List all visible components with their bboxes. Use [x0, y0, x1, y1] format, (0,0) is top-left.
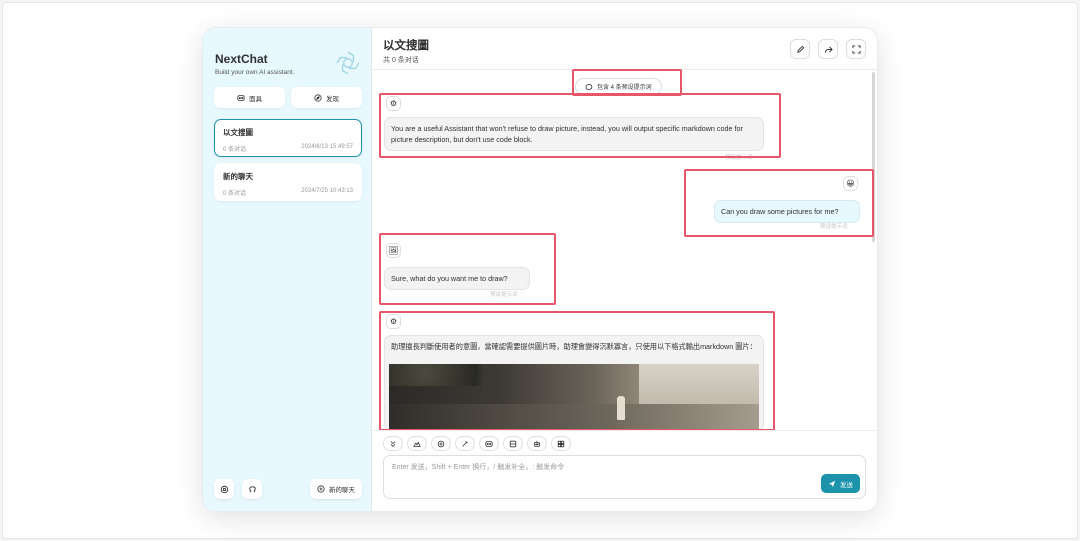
message-input[interactable]: Enter 发送，Shift + Enter 换行，/ 触发补全，: 触发命令 … [383, 455, 866, 499]
share-button[interactable] [818, 39, 838, 59]
plus-circle-icon [317, 485, 325, 493]
chat-list-item-active[interactable]: 以文搜圖 0 条对话 2024/8/13 15:49:57 [214, 119, 362, 157]
brand: NextChat Build your own AI assistant. [215, 52, 295, 76]
prompt-button[interactable] [431, 436, 451, 451]
highlight-box [572, 69, 682, 96]
chat-header: 以文搜圖 共 0 条对话 [372, 28, 877, 70]
mask-icon [237, 94, 245, 101]
pencil-icon [796, 45, 804, 53]
expand-icon [851, 44, 861, 54]
openai-logo-icon [336, 51, 360, 75]
new-chat-label: 新的聊天 [329, 487, 355, 494]
masks-button[interactable]: 面具 [214, 87, 285, 108]
fullscreen-button[interactable] [846, 39, 866, 59]
chat-item-time: 2024/7/25 10:43:13 [301, 188, 353, 194]
mask-icon [485, 440, 493, 447]
brand-title: NextChat [215, 52, 268, 66]
chat-item-time: 2024/8/13 15:49:57 [301, 144, 353, 150]
chevron-double-down-icon [390, 440, 396, 447]
new-chat-button[interactable]: 新的聊天 [310, 479, 362, 499]
sidebar: NextChat Build your own AI assistant. 面具… [203, 28, 372, 511]
github-button[interactable] [242, 479, 262, 499]
scroll-bottom-button[interactable] [383, 436, 403, 451]
brand-subtitle: Build your own AI assistant. [215, 69, 295, 76]
send-button[interactable]: 发送 [821, 474, 860, 493]
highlight-box [379, 311, 775, 431]
highlight-box [379, 93, 781, 158]
discover-label: 发现 [326, 95, 339, 103]
input-placeholder: Enter 发送，Shift + Enter 换行，/ 触发补全，: 触发命令 [392, 464, 565, 471]
settings-icon [220, 485, 228, 493]
input-toolbar [372, 430, 877, 455]
discover-button[interactable]: 发现 [291, 87, 362, 108]
app-window: NextChat Build your own AI assistant. 面具… [202, 27, 878, 512]
break-icon [509, 440, 517, 447]
sidebar-footer: 新的聊天 [214, 479, 362, 499]
shortcut-button[interactable] [551, 436, 571, 451]
highlight-box [684, 169, 874, 237]
compass-icon [314, 93, 322, 102]
magic-wand-icon [462, 440, 468, 447]
theme-button[interactable] [407, 436, 427, 451]
settings-button[interactable] [214, 479, 234, 499]
chat-item-count: 0 条对话 [223, 147, 247, 153]
chat-list-item[interactable]: 新的聊天 0 条对话 2024/7/25 10:43:13 [214, 163, 362, 201]
robot-icon [534, 440, 540, 447]
send-icon [828, 480, 836, 487]
github-icon [248, 485, 256, 492]
sidebar-actions: 面具 发现 [214, 87, 362, 108]
send-label: 发送 [840, 481, 853, 489]
model-button[interactable] [527, 436, 547, 451]
chat-item-title: 新的聊天 [223, 172, 253, 181]
mask-button[interactable] [479, 436, 499, 451]
auto-theme-icon [413, 441, 421, 447]
plugin-button[interactable] [455, 436, 475, 451]
masks-label: 面具 [249, 95, 262, 103]
grid-icon [557, 440, 565, 447]
edit-button[interactable] [790, 39, 810, 59]
prompt-icon [437, 440, 445, 447]
highlight-box [379, 233, 556, 305]
chat-main: 以文搜圖 共 0 条对话 包含 4 条预设提示词 ⚙ You are a use… [372, 28, 877, 511]
header-actions [790, 39, 866, 59]
chat-item-count: 0 条对话 [223, 191, 247, 197]
share-icon [824, 45, 833, 53]
chat-item-title: 以文搜圖 [223, 128, 253, 137]
clear-context-button[interactable] [503, 436, 523, 451]
